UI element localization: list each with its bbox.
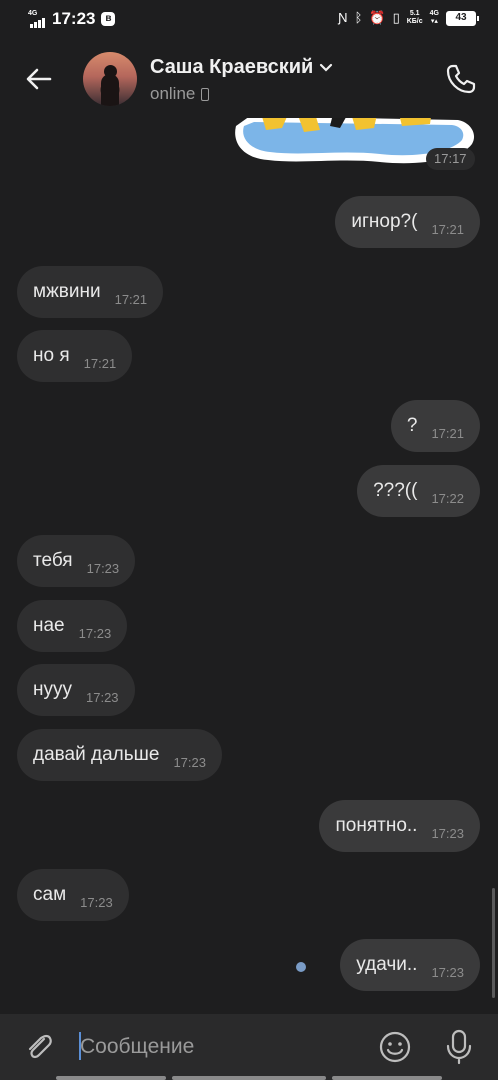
sticker-timestamp: 17:17 xyxy=(426,148,475,170)
message-text: ???(( xyxy=(373,480,418,501)
mobile-device-icon xyxy=(201,87,210,101)
chevron-down-icon xyxy=(320,63,333,72)
outgoing-message[interactable]: понятно.. 17:23 xyxy=(319,800,480,852)
message-timestamp: 17:23 xyxy=(173,754,206,770)
message-text: давай дальше xyxy=(33,744,160,765)
alarm-icon: ⏰ xyxy=(369,10,386,25)
message-timestamp: 17:22 xyxy=(431,490,464,506)
contact-status: online xyxy=(150,84,210,104)
message-list[interactable]: 17:17 игнор?( 17:21 мжвини 17:21 но я 17:21? 1… xyxy=(0,118,498,1014)
message-text: мжвини xyxy=(33,281,101,302)
status-bar: 4G 17:23 в Ɲ ᛒ ⏰ ▯ 5.1 KБ/c 4G ▾▴ 43 xyxy=(0,0,498,38)
clock: 17:23 xyxy=(52,9,96,28)
message-composer xyxy=(0,1014,498,1080)
message-text: ? xyxy=(406,415,418,436)
smiley-icon[interactable] xyxy=(378,1030,412,1064)
incoming-message[interactable]: сам 17:23 xyxy=(17,869,129,921)
message-timestamp: 17:23 xyxy=(86,560,120,576)
message-timestamp: 17:21 xyxy=(431,221,464,237)
outgoing-message[interactable]: удачи.. 17:23 xyxy=(340,939,480,991)
message-text: сам xyxy=(33,884,67,905)
paperclip-icon[interactable] xyxy=(22,1030,56,1064)
incoming-message[interactable]: но я 17:21 xyxy=(17,330,133,382)
message-timestamp: 17:21 xyxy=(83,355,117,371)
message-timestamp: 17:23 xyxy=(80,894,113,910)
network-type-label: 4G xyxy=(28,10,38,17)
vk-notification-icon: в xyxy=(101,12,116,26)
outgoing-message[interactable]: игнор?( 17:21 xyxy=(335,196,480,248)
bluetooth-icon: ᛒ xyxy=(354,10,363,25)
vibrate-icon: ▯ xyxy=(392,10,400,25)
message-input[interactable] xyxy=(80,1030,370,1064)
incoming-message[interactable]: нууу 17:23 xyxy=(17,664,135,716)
message-text: удачи.. xyxy=(356,954,418,975)
battery-icon: 43 xyxy=(446,10,479,26)
message-timestamp: 17:21 xyxy=(114,291,148,307)
scrollbar[interactable] xyxy=(492,888,495,998)
wifi-signal-icon: 4G ▾▴ xyxy=(429,10,439,25)
message-text: понятно.. xyxy=(335,815,418,836)
message-text: нае xyxy=(33,615,65,636)
cell-signal-icon: 4G xyxy=(28,10,46,28)
chat-header: Саша Краевский online xyxy=(0,38,498,118)
nfc-icon: Ɲ xyxy=(338,10,348,25)
contact-name[interactable]: Саша Краевский xyxy=(150,56,333,79)
message-timestamp: 17:23 xyxy=(431,964,464,980)
message-timestamp: 17:21 xyxy=(431,425,464,441)
message-timestamp: 17:23 xyxy=(431,825,464,841)
unread-indicator xyxy=(296,962,306,972)
network-speed: 5.1 KБ/c xyxy=(406,10,423,25)
outgoing-message[interactable]: ???(( 17:22 xyxy=(357,465,480,517)
incoming-message[interactable]: нае 17:23 xyxy=(17,600,128,652)
nav-strip-left xyxy=(56,1076,166,1080)
message-timestamp: 17:23 xyxy=(86,689,119,705)
outgoing-message[interactable]: ? 17:21 xyxy=(390,400,480,452)
nav-strip-right xyxy=(332,1076,442,1080)
message-text: игнор?( xyxy=(351,211,418,232)
message-timestamp: 17:23 xyxy=(78,625,112,641)
back-arrow-icon[interactable] xyxy=(22,62,56,96)
nav-strip-center xyxy=(172,1076,326,1080)
incoming-message[interactable]: давай дальше 17:23 xyxy=(17,729,222,781)
phone-call-icon[interactable] xyxy=(444,62,478,96)
microphone-icon[interactable] xyxy=(442,1028,476,1066)
message-text: нууу xyxy=(33,679,72,700)
message-text: тебя xyxy=(33,550,73,571)
incoming-message[interactable]: тебя 17:23 xyxy=(17,535,136,587)
incoming-message[interactable]: мжвини 17:21 xyxy=(17,266,164,318)
message-text: но я xyxy=(33,345,70,366)
avatar[interactable] xyxy=(83,52,137,106)
